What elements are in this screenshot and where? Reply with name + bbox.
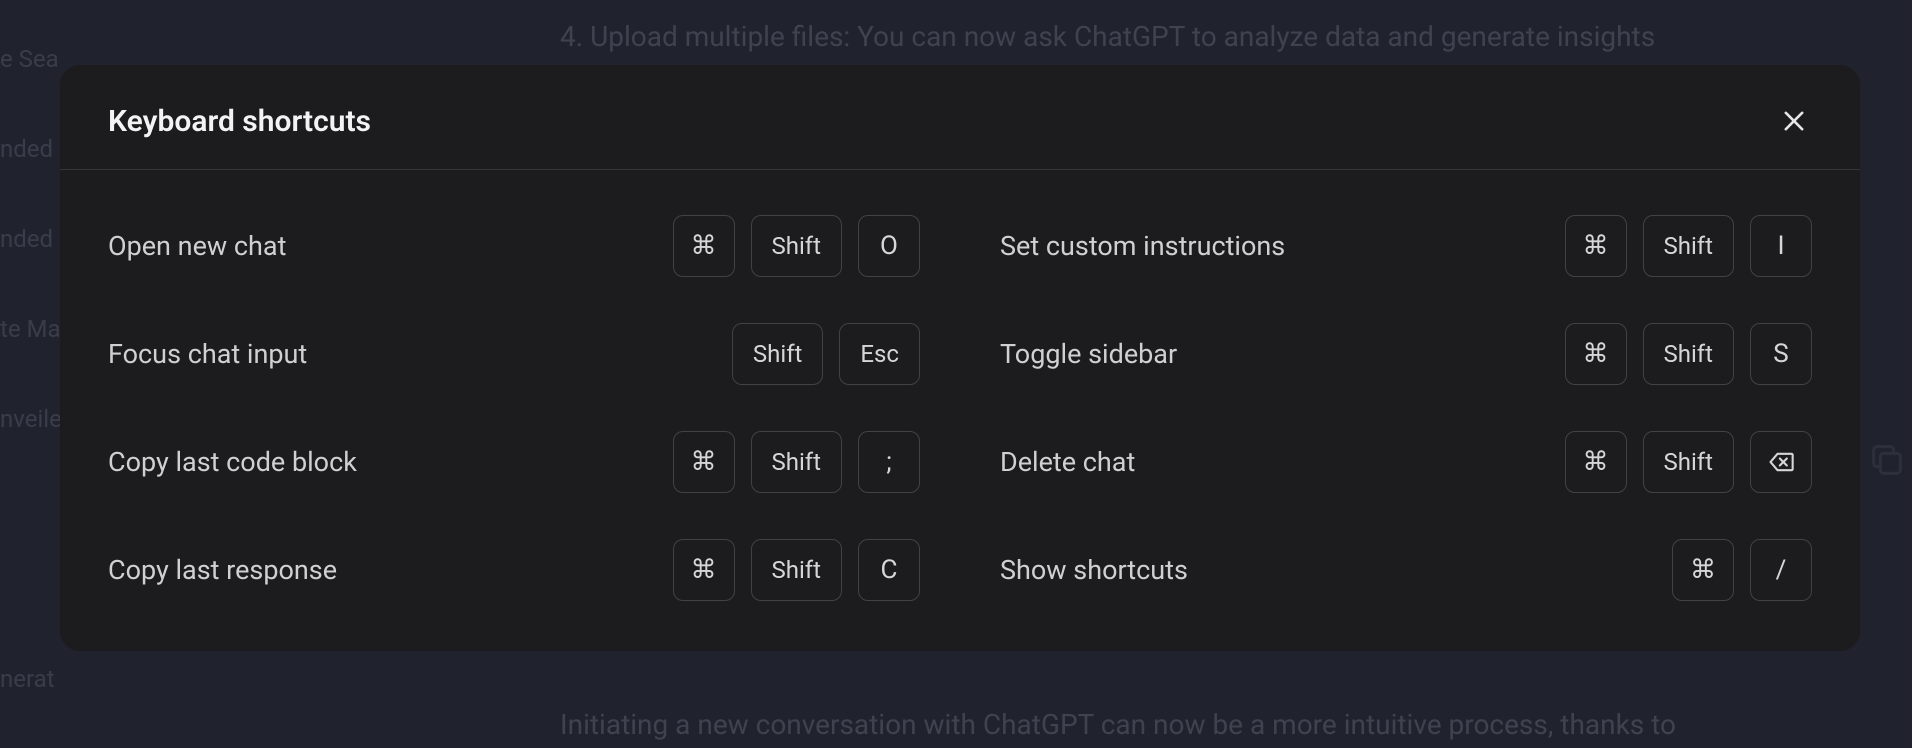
key-cmd: ⌘ — [673, 215, 735, 277]
shortcut-column-right: Set custom instructions ⌘ Shift I Toggle… — [1000, 215, 1812, 601]
shortcut-row-delete-chat: Delete chat ⌘ Shift — [1000, 431, 1812, 493]
key-shift: Shift — [1643, 323, 1735, 385]
shortcut-label: Copy last code block — [108, 446, 357, 478]
shortcut-row-toggle-sidebar: Toggle sidebar ⌘ Shift S — [1000, 323, 1812, 385]
key-shift: Shift — [1643, 431, 1735, 493]
key-shift: Shift — [751, 431, 843, 493]
modal-title: Keyboard shortcuts — [108, 104, 371, 139]
shortcut-keys: ⌘ Shift C — [673, 539, 921, 601]
key-c: C — [858, 539, 920, 601]
close-button[interactable] — [1776, 103, 1812, 139]
key-s: S — [1750, 323, 1812, 385]
key-shift: Shift — [751, 539, 843, 601]
keyboard-shortcuts-modal: Keyboard shortcuts Open new chat ⌘ Shift… — [60, 65, 1860, 651]
shortcut-column-left: Open new chat ⌘ Shift O Focus chat input… — [108, 215, 920, 601]
key-slash: / — [1750, 539, 1812, 601]
shortcut-row-copy-last-response: Copy last response ⌘ Shift C — [108, 539, 920, 601]
shortcut-keys: ⌘ Shift ; — [673, 431, 921, 493]
shortcut-row-copy-last-code-block: Copy last code block ⌘ Shift ; — [108, 431, 920, 493]
key-semicolon: ; — [858, 431, 920, 493]
key-shift: Shift — [732, 323, 824, 385]
shortcut-label: Copy last response — [108, 554, 337, 586]
shortcut-label: Focus chat input — [108, 338, 307, 370]
shortcut-row-open-new-chat: Open new chat ⌘ Shift O — [108, 215, 920, 277]
key-cmd: ⌘ — [1565, 431, 1627, 493]
key-cmd: ⌘ — [1672, 539, 1734, 601]
key-cmd: ⌘ — [673, 539, 735, 601]
shortcut-keys: ⌘ Shift — [1565, 431, 1813, 493]
shortcut-row-show-shortcuts: Show shortcuts ⌘ / — [1000, 539, 1812, 601]
shortcut-keys: Shift Esc — [732, 323, 920, 385]
key-shift: Shift — [751, 215, 843, 277]
shortcut-keys: ⌘ Shift O — [673, 215, 921, 277]
shortcut-keys: ⌘ Shift S — [1565, 323, 1813, 385]
shortcut-label: Show shortcuts — [1000, 554, 1188, 586]
shortcut-label: Set custom instructions — [1000, 230, 1285, 262]
shortcut-keys: ⌘ Shift I — [1565, 215, 1813, 277]
key-cmd: ⌘ — [1565, 323, 1627, 385]
key-backspace — [1750, 431, 1812, 493]
shortcut-label: Open new chat — [108, 230, 286, 262]
close-icon — [1780, 107, 1808, 135]
shortcut-row-set-custom-instructions: Set custom instructions ⌘ Shift I — [1000, 215, 1812, 277]
modal-body: Open new chat ⌘ Shift O Focus chat input… — [60, 170, 1860, 651]
key-shift: Shift — [1643, 215, 1735, 277]
backspace-icon — [1767, 448, 1795, 476]
key-o: O — [858, 215, 920, 277]
shortcut-label: Toggle sidebar — [1000, 338, 1177, 370]
key-cmd: ⌘ — [1565, 215, 1627, 277]
shortcut-label: Delete chat — [1000, 446, 1135, 478]
shortcut-keys: ⌘ / — [1672, 539, 1812, 601]
key-esc: Esc — [839, 323, 920, 385]
key-i: I — [1750, 215, 1812, 277]
key-cmd: ⌘ — [673, 431, 735, 493]
modal-header: Keyboard shortcuts — [60, 65, 1860, 170]
shortcut-row-focus-chat-input: Focus chat input Shift Esc — [108, 323, 920, 385]
